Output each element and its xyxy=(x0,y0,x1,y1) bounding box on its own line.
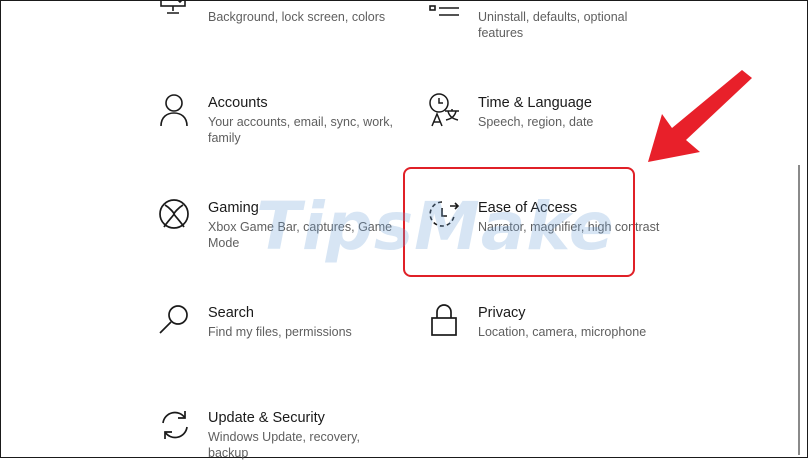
search-icon xyxy=(158,303,192,337)
xbox-icon xyxy=(158,198,192,232)
tile-search[interactable]: Search Find my files, permissions xyxy=(158,303,388,353)
tile-accounts[interactable]: Accounts Your accounts, email, sync, wor… xyxy=(158,93,393,153)
tile-title: Privacy xyxy=(478,305,526,321)
red-arrow-icon xyxy=(648,70,752,162)
tile-gaming[interactable]: Gaming Xbox Game Bar, captures, Game Mod… xyxy=(158,198,392,258)
tile-description: Xbox Game Bar, captures, Game Mode xyxy=(208,220,393,250)
tile-personalization[interactable]: Background, lock screen, colors xyxy=(158,0,388,26)
monitor-pen-icon xyxy=(158,0,192,20)
tile-update-security[interactable]: Update & Security Windows Update, recove… xyxy=(158,408,388,460)
tile-apps[interactable]: Uninstall, defaults, optional features xyxy=(428,0,658,46)
tile-time-language[interactable]: Time & Language Speech, region, date xyxy=(428,93,658,153)
tile-description: Windows Update, recovery, backup xyxy=(208,430,360,460)
tile-privacy[interactable]: Privacy Location, camera, microphone xyxy=(428,303,658,353)
lock-icon xyxy=(428,303,462,337)
tile-title: Update & Security xyxy=(208,410,325,426)
tile-description: Background, lock screen, colors xyxy=(208,10,386,24)
tile-description: Your accounts, email, sync, work, family xyxy=(208,115,394,145)
time-language-icon xyxy=(428,93,462,127)
tile-title: Search xyxy=(208,305,254,321)
tile-title: Gaming xyxy=(208,200,259,216)
tile-description: Location, camera, microphone xyxy=(478,325,647,339)
tile-description: Uninstall, defaults, optional features xyxy=(478,10,628,40)
tile-description: Find my files, permissions xyxy=(208,325,352,339)
highlight-box xyxy=(403,167,635,277)
tile-title: Accounts xyxy=(208,95,268,111)
apps-list-icon xyxy=(428,0,462,20)
sync-icon xyxy=(158,408,192,442)
person-icon xyxy=(158,93,192,127)
scrollbar[interactable] xyxy=(798,165,800,455)
